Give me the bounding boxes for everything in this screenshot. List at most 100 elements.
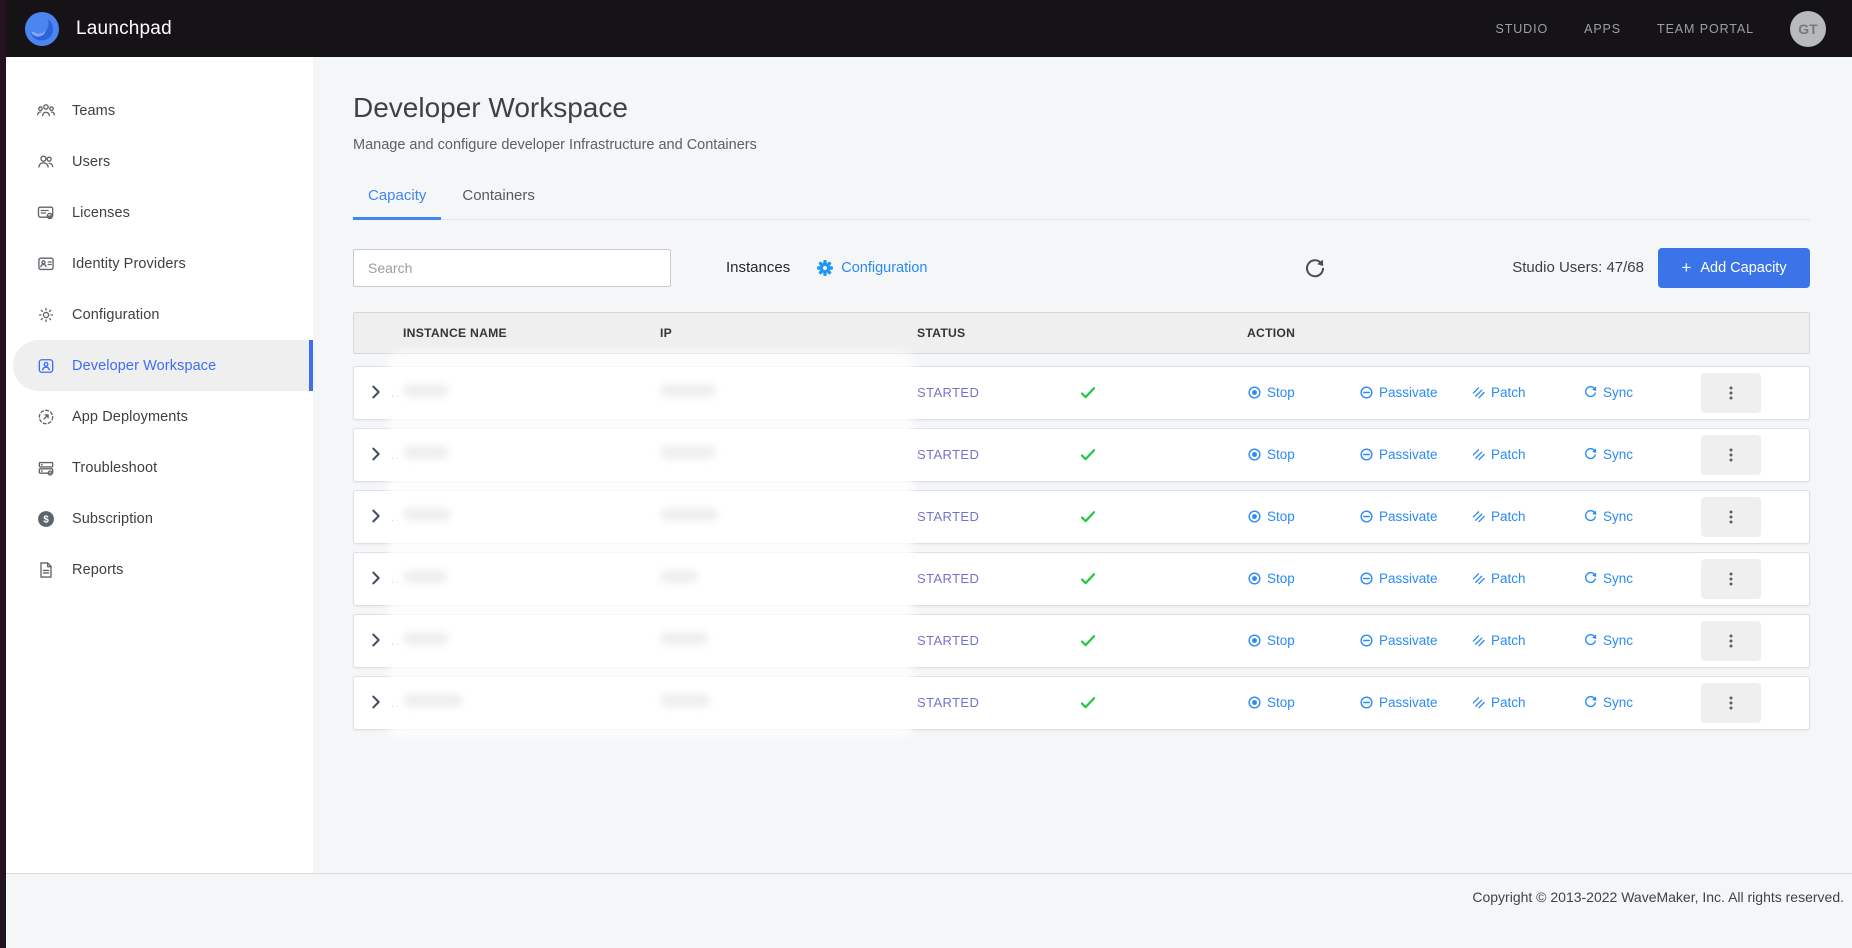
success-check-icon — [1079, 508, 1097, 526]
stop-action-link[interactable]: Stop — [1247, 385, 1359, 400]
action-label: Passivate — [1379, 633, 1438, 648]
copyright-text: Copyright © 2013-2022 WaveMaker, Inc. Al… — [1472, 889, 1844, 948]
sidebar-item-app-deployments[interactable]: App Deployments — [0, 391, 313, 442]
window-edge-strip — [0, 0, 6, 948]
sidebar-item-troubleshoot[interactable]: Troubleshoot — [0, 442, 313, 493]
tab-capacity[interactable]: Capacity — [353, 187, 441, 220]
sync-action-link[interactable]: Sync — [1583, 509, 1695, 524]
actions-cell: Stop Passivate Patch Sync — [1247, 683, 1809, 723]
expander-cell: .. — [354, 507, 403, 527]
passivate-action-link[interactable]: Passivate — [1359, 695, 1471, 710]
sync-icon — [1583, 509, 1598, 524]
status-badge: STARTED — [917, 447, 979, 462]
passivate-action-link[interactable]: Passivate — [1359, 509, 1471, 524]
row-expand-chevron[interactable] — [367, 693, 387, 713]
row-menu-button[interactable] — [1701, 373, 1761, 413]
instance-name-cell — [403, 632, 660, 650]
column-header-action: ACTION — [1247, 326, 1809, 340]
redacted-instance-name — [403, 508, 451, 521]
patch-action-link[interactable]: Patch — [1471, 633, 1583, 648]
sidebar-item-identity-providers[interactable]: Identity Providers — [0, 238, 313, 289]
row-menu-button[interactable] — [1701, 621, 1761, 661]
passivate-action-link[interactable]: Passivate — [1359, 633, 1471, 648]
stop-action-link[interactable]: Stop — [1247, 571, 1359, 586]
action-label: Sync — [1603, 509, 1633, 524]
patch-action-link[interactable]: Patch — [1471, 385, 1583, 400]
sync-action-link[interactable]: Sync — [1583, 633, 1695, 648]
row-expand-chevron[interactable] — [367, 631, 387, 651]
patch-action-link[interactable]: Patch — [1471, 447, 1583, 462]
passivate-action-link[interactable]: Passivate — [1359, 571, 1471, 586]
main-content: Developer Workspace Manage and configure… — [313, 57, 1852, 873]
row-menu-button[interactable] — [1701, 497, 1761, 537]
actions-cell: Stop Passivate Patch Sync — [1247, 435, 1809, 475]
redacted-instance-name — [403, 694, 463, 707]
launchpad-logo-icon — [24, 11, 60, 47]
passivate-action-link[interactable]: Passivate — [1359, 385, 1471, 400]
sync-action-link[interactable]: Sync — [1583, 695, 1695, 710]
plus-icon: + — [1681, 258, 1691, 278]
table-row: .. STARTED Stop — [353, 552, 1810, 606]
patch-action-link[interactable]: Patch — [1471, 695, 1583, 710]
sidebar-item-users[interactable]: Users — [0, 136, 313, 187]
developer-workspace-icon — [36, 356, 56, 376]
users-icon — [36, 152, 56, 172]
sidebar-item-subscription[interactable]: $ Subscription — [0, 493, 313, 544]
sync-action-link[interactable]: Sync — [1583, 447, 1695, 462]
stop-action-link[interactable]: Stop — [1247, 695, 1359, 710]
redaction-dots: .. — [391, 634, 400, 648]
status-cell: STARTED — [917, 384, 1247, 402]
stop-action-link[interactable]: Stop — [1247, 447, 1359, 462]
row-menu-button[interactable] — [1701, 559, 1761, 599]
instance-name-cell — [403, 446, 660, 464]
redacted-instance-name — [403, 632, 449, 645]
status-cell: STARTED — [917, 632, 1247, 650]
status-badge: STARTED — [917, 509, 979, 524]
ip-cell — [660, 632, 917, 650]
tab-containers[interactable]: Containers — [447, 187, 550, 220]
nav-apps[interactable]: APPS — [1584, 22, 1621, 36]
configuration-link[interactable]: Configuration — [816, 259, 927, 277]
action-label: Stop — [1267, 633, 1295, 648]
sync-action-link[interactable]: Sync — [1583, 571, 1695, 586]
row-menu-button[interactable] — [1701, 683, 1761, 723]
stop-icon — [1247, 633, 1262, 648]
row-expand-chevron[interactable] — [367, 445, 387, 465]
patch-action-link[interactable]: Patch — [1471, 571, 1583, 586]
sidebar-item-licenses[interactable]: Licenses — [0, 187, 313, 238]
passivate-action-link[interactable]: Passivate — [1359, 447, 1471, 462]
add-capacity-button[interactable]: + Add Capacity — [1658, 248, 1810, 288]
row-expand-chevron[interactable] — [367, 569, 387, 589]
sidebar-item-label: Users — [72, 154, 110, 170]
sidebar-item-reports[interactable]: Reports — [0, 544, 313, 595]
identity-providers-icon — [36, 254, 56, 274]
stop-action-link[interactable]: Stop — [1247, 633, 1359, 648]
studio-users-count: Studio Users: 47/68 — [1512, 259, 1644, 276]
row-expand-chevron[interactable] — [367, 383, 387, 403]
search-input[interactable] — [353, 249, 671, 287]
chevron-right-icon — [367, 693, 385, 711]
patch-action-link[interactable]: Patch — [1471, 509, 1583, 524]
row-expand-chevron[interactable] — [367, 507, 387, 527]
page-subtitle: Manage and configure developer Infrastru… — [353, 137, 1810, 153]
stop-icon — [1247, 695, 1262, 710]
table-row: .. STARTED Stop — [353, 676, 1810, 730]
sync-action-link[interactable]: Sync — [1583, 385, 1695, 400]
row-menu-button[interactable] — [1701, 435, 1761, 475]
sidebar-item-configuration[interactable]: Configuration — [0, 289, 313, 340]
success-check-icon — [1079, 632, 1097, 650]
nav-studio[interactable]: STUDIO — [1495, 22, 1548, 36]
sidebar-item-teams[interactable]: Teams — [0, 85, 313, 136]
chevron-right-icon — [367, 507, 385, 525]
user-avatar[interactable]: GT — [1790, 11, 1826, 47]
licenses-icon — [36, 203, 56, 223]
nav-team-portal[interactable]: TEAM PORTAL — [1657, 22, 1754, 36]
stop-action-link[interactable]: Stop — [1247, 509, 1359, 524]
brand: Launchpad — [24, 11, 172, 47]
sync-icon — [1583, 695, 1598, 710]
sidebar-item-developer-workspace[interactable]: Developer Workspace — [13, 340, 313, 391]
action-label: Sync — [1603, 385, 1633, 400]
refresh-button[interactable] — [1304, 257, 1326, 279]
passivate-icon — [1359, 509, 1374, 524]
action-label: Passivate — [1379, 509, 1438, 524]
